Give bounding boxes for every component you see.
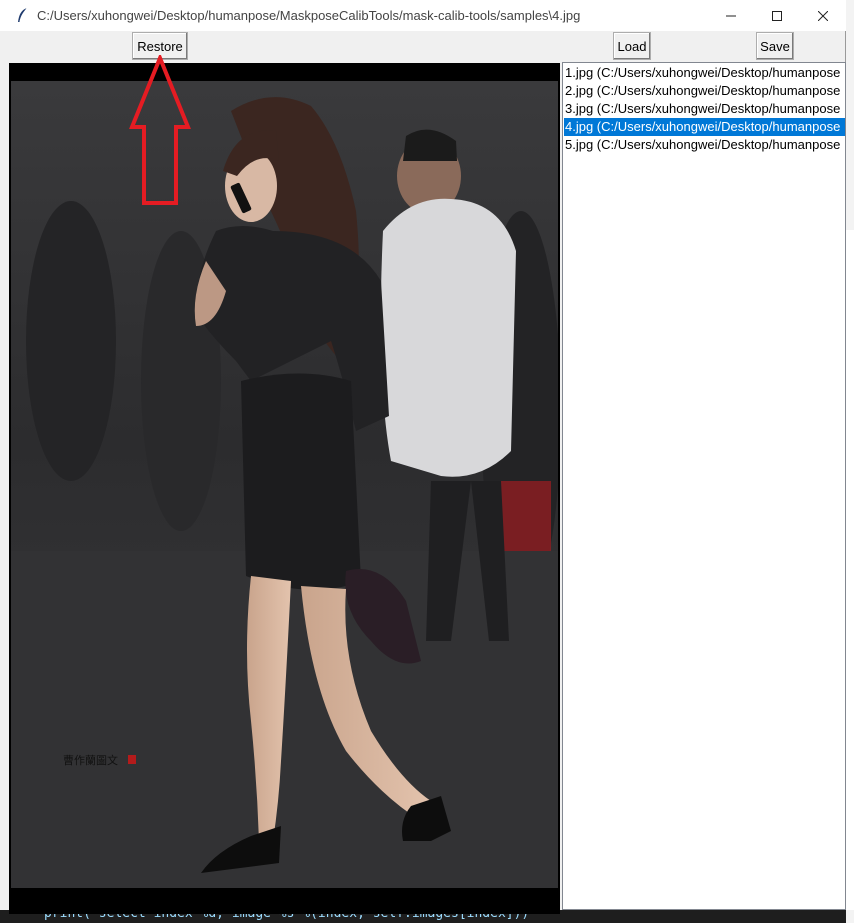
photo-image: 曹作蘭圖文: [11, 81, 558, 888]
background-window-strip: [846, 0, 854, 923]
maximize-button[interactable]: [754, 0, 800, 31]
feather-icon: [18, 7, 28, 22]
red-arrow-annotation: [129, 55, 191, 205]
minimize-icon: [726, 15, 736, 16]
maximize-icon: [772, 10, 782, 21]
load-button[interactable]: Load: [613, 32, 651, 60]
close-button[interactable]: [800, 0, 846, 31]
list-item-selected[interactable]: 4.jpg (C:/Users/xuhongwei/Desktop/humanp…: [564, 118, 845, 136]
list-item[interactable]: 1.jpg (C:/Users/xuhongwei/Desktop/humanp…: [564, 64, 845, 82]
save-button[interactable]: Save: [756, 32, 794, 60]
photo-watermark: 曹作蘭圖文: [63, 753, 118, 767]
close-icon: [818, 10, 828, 21]
image-canvas[interactable]: 曹作蘭圖文: [9, 63, 560, 914]
image-file-listbox[interactable]: 1.jpg (C:/Users/xuhongwei/Desktop/humanp…: [562, 62, 846, 910]
title-bar[interactable]: C:/Users/xuhongwei/Desktop/humanpose/Mas…: [0, 0, 846, 31]
list-item[interactable]: 3.jpg (C:/Users/xuhongwei/Desktop/humanp…: [564, 100, 845, 118]
app-window: C:/Users/xuhongwei/Desktop/humanpose/Mas…: [0, 0, 846, 914]
window-title: C:/Users/xuhongwei/Desktop/humanpose/Mas…: [37, 8, 581, 23]
list-item[interactable]: 5.jpg (C:/Users/xuhongwei/Desktop/humanp…: [564, 136, 845, 154]
list-item[interactable]: 2.jpg (C:/Users/xuhongwei/Desktop/humanp…: [564, 82, 845, 100]
minimize-button[interactable]: [708, 0, 754, 31]
